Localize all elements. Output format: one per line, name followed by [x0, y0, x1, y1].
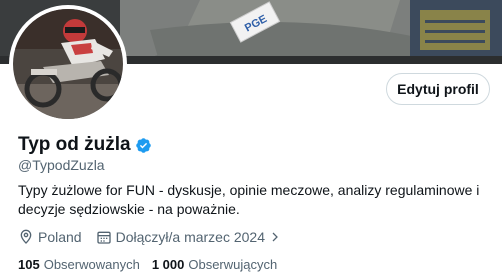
profile-name: Typ od żużla [18, 134, 131, 155]
profile-name-row: Typ od żużla [18, 134, 152, 156]
avatar-image [13, 9, 123, 119]
followers-label: Obserwujących [188, 257, 278, 272]
followers-count: 1 000 [151, 257, 185, 272]
following-label: Obserwowanych [43, 257, 140, 272]
location-pin-icon [20, 229, 32, 244]
chevron-right-icon[interactable] [269, 231, 281, 243]
joined-text: Dołączył/a marzec 2024 [115, 229, 265, 245]
profile-handle: @TypodZuzla [18, 157, 105, 173]
profile-stats: 105 Obserwowanych 1 000 Obserwujących [18, 257, 289, 272]
joined-item[interactable]: Dołączył/a marzec 2024 [96, 229, 281, 245]
following-link[interactable]: 105 Obserwowanych [18, 257, 140, 272]
calendar-icon [96, 231, 111, 244]
verified-badge-icon[interactable] [135, 137, 152, 154]
edit-profile-button[interactable]: Edytuj profil [386, 73, 490, 105]
avatar[interactable] [13, 9, 123, 119]
location-text: Poland [38, 229, 82, 245]
following-count: 105 [18, 257, 40, 272]
profile-bio: Typy żużlowe for FUN - dyskusje, opinie … [18, 182, 480, 217]
followers-link[interactable]: 1 000 Obserwujących [152, 257, 277, 272]
avatar-frame[interactable] [9, 5, 127, 123]
profile-meta: Poland Dołączył/a marzec 2024 [18, 229, 295, 245]
location-item: Poland [18, 229, 82, 245]
